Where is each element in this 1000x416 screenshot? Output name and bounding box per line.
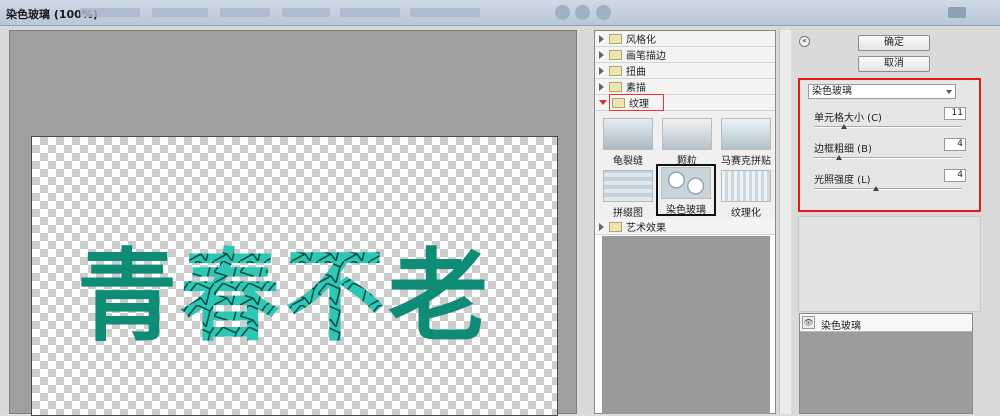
folder-icon — [609, 65, 622, 76]
param-border-thickness: 边框粗细 (B) 4 — [814, 138, 966, 164]
filter-gallery: 风格化 画笔描边 扭曲 素描 纹理 龟裂缝 颗粒 马赛克拼贴 拼缀图 染色玻璃 … — [594, 30, 776, 414]
thumbnail-image — [721, 118, 771, 150]
texture-thumbnails: 龟裂缝 颗粒 马赛克拼贴 拼缀图 染色玻璃 纹理化 — [595, 111, 775, 219]
category-brush-strokes[interactable]: 画笔描边 — [595, 47, 775, 63]
category-stylize[interactable]: 风格化 — [595, 31, 775, 47]
filter-thumb-patchwork[interactable]: 拼缀图 — [599, 167, 657, 219]
canvas-char-1: 青 — [77, 239, 177, 349]
canvas-char-2: 春 — [180, 239, 280, 349]
folder-icon — [609, 221, 622, 232]
expand-triangle-icon[interactable] — [599, 222, 604, 231]
thumbnail-image — [721, 170, 771, 202]
background-toolbar — [220, 8, 270, 17]
slider-track[interactable] — [814, 126, 962, 128]
category-label: 艺术效果 — [626, 223, 666, 234]
category-texture[interactable]: 纹理 — [595, 94, 775, 111]
settings-empty-area — [798, 216, 981, 312]
filter-thumb-craquelure[interactable]: 龟裂缝 — [599, 115, 657, 167]
param-label: 边框粗细 (B) — [814, 144, 872, 155]
expand-triangle-icon[interactable] — [599, 66, 604, 75]
param-value-input[interactable]: 11 — [944, 107, 966, 120]
background-toolbar — [410, 8, 480, 17]
thumbnail-image — [661, 167, 711, 199]
folder-icon — [609, 81, 622, 92]
folder-icon — [609, 33, 622, 44]
slider-knob[interactable] — [836, 155, 842, 160]
slider-knob[interactable] — [873, 186, 879, 191]
canvas-char-3: 不 — [285, 239, 385, 349]
preview-area[interactable]: 青 春 不 老 — [9, 30, 577, 416]
collapse-gallery-icon[interactable]: « — [799, 36, 810, 47]
hand-icon — [575, 5, 590, 20]
gallery-scrollbar[interactable] — [779, 30, 791, 414]
ok-button[interactable]: 确定 — [858, 35, 930, 51]
filter-thumb-grain[interactable]: 颗粒 — [658, 115, 716, 167]
category-artistic[interactable]: 艺术效果 — [595, 219, 775, 235]
background-toolbar — [80, 8, 140, 17]
thumb-label: 纹理化 — [731, 208, 761, 219]
gallery-empty-area — [602, 236, 770, 414]
collapse-triangle-icon[interactable] — [599, 100, 607, 105]
category-distort[interactable]: 扭曲 — [595, 63, 775, 79]
slider-knob[interactable] — [841, 124, 847, 129]
expand-triangle-icon[interactable] — [599, 34, 604, 43]
thumbnail-image — [662, 118, 712, 150]
background-toolbar — [340, 8, 400, 17]
layer-name: 染色玻璃 — [821, 321, 861, 332]
filter-select[interactable]: 染色玻璃 — [808, 84, 956, 99]
dropdown-arrow-icon — [946, 90, 952, 94]
folder-icon — [609, 49, 622, 60]
thumb-label: 拼缀图 — [613, 208, 643, 219]
filter-thumb-texturizer[interactable]: 纹理化 — [717, 167, 775, 219]
param-value-input[interactable]: 4 — [944, 169, 966, 182]
filter-parameters: 染色玻璃 单元格大小 (C) 11 边框粗细 (B) 4 光照强度 (L) 4 — [798, 78, 981, 212]
thumb-label: 龟裂缝 — [613, 156, 643, 167]
effect-layers-panel: 👁 染色玻璃 — [799, 313, 973, 414]
background-toolbar — [152, 8, 208, 17]
expand-triangle-icon[interactable] — [599, 82, 604, 91]
filter-thumb-mosaic-tiles[interactable]: 马赛克拼贴 — [717, 115, 775, 167]
thumbnail-image — [603, 170, 653, 202]
filter-thumb-stained-glass[interactable]: 染色玻璃 — [656, 164, 716, 216]
thumb-label: 马赛克拼贴 — [721, 156, 771, 167]
title-bar: 染色玻璃 (100%) — [0, 0, 1000, 26]
category-label: 素描 — [626, 83, 646, 94]
background-toolbar — [282, 8, 330, 17]
canvas-artwork: 青 春 不 老 — [77, 239, 488, 349]
expand-triangle-icon[interactable] — [599, 50, 604, 59]
settings-panel: « 确定 取消 染色玻璃 单元格大小 (C) 11 边框粗细 (B) 4 光照强… — [793, 30, 1000, 414]
zoom-icon — [555, 5, 570, 20]
filter-gallery-dialog: 青 春 不 老 风格化 画笔描边 扭曲 素描 纹理 龟裂缝 颗粒 马赛克拼贴 拼… — [0, 26, 1000, 416]
param-label: 光照强度 (L) — [814, 175, 871, 186]
thumb-label: 染色玻璃 — [666, 205, 706, 216]
category-label: 扭曲 — [626, 67, 646, 78]
transparent-canvas: 青 春 不 老 — [31, 136, 558, 416]
canvas-char-4: 老 — [388, 239, 488, 349]
param-label: 单元格大小 (C) — [814, 113, 882, 124]
category-label: 风格化 — [626, 35, 656, 46]
param-value-input[interactable]: 4 — [944, 138, 966, 151]
folder-icon — [612, 97, 625, 108]
visibility-eye-icon[interactable]: 👁 — [802, 316, 815, 329]
camera-icon — [948, 7, 966, 18]
filter-select-value: 染色玻璃 — [812, 86, 852, 97]
effect-layer[interactable]: 👁 染色玻璃 — [800, 314, 972, 332]
thumbnail-image — [603, 118, 653, 150]
pen-icon — [596, 5, 611, 20]
param-cell-size: 单元格大小 (C) 11 — [814, 107, 966, 133]
category-label: 画笔描边 — [626, 51, 666, 62]
cancel-button[interactable]: 取消 — [858, 56, 930, 72]
param-light-intensity: 光照强度 (L) 4 — [814, 169, 966, 195]
category-sketch[interactable]: 素描 — [595, 79, 775, 95]
slider-track[interactable] — [814, 188, 962, 190]
